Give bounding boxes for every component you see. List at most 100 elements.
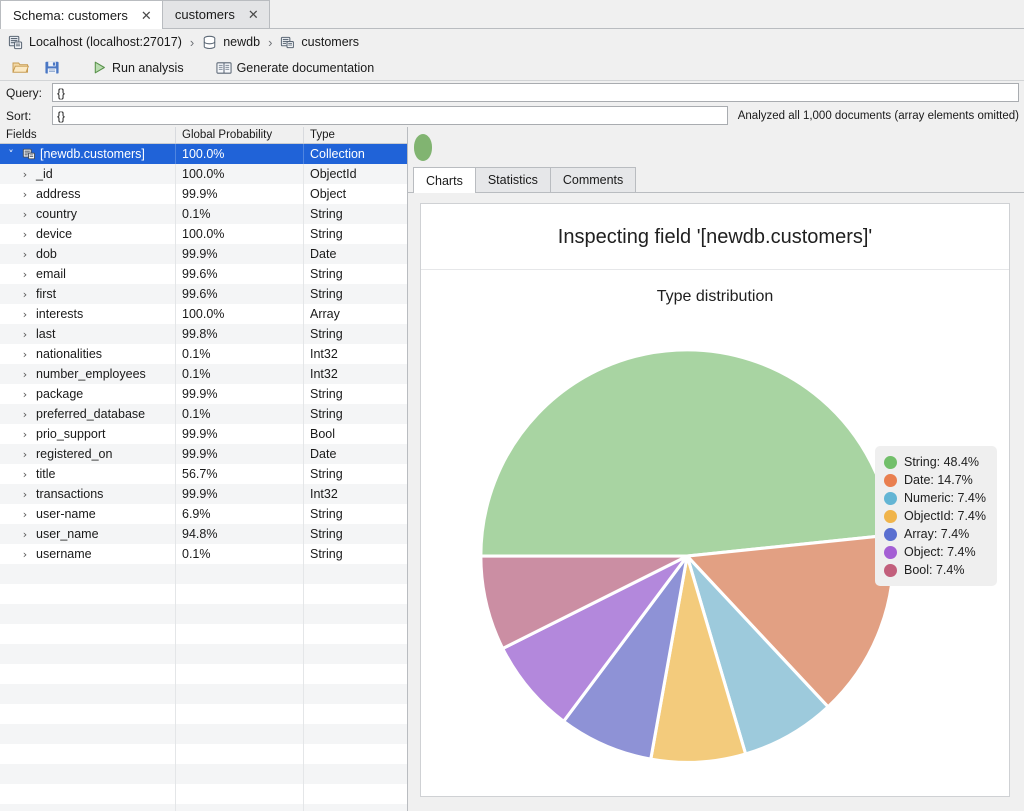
chevron-right-icon[interactable]: › [18,208,32,221]
field-name-cell: › prio_support [0,424,176,444]
breadcrumb: Localhost (localhost:27017) › newdb › cu… [0,29,1024,55]
table-row-empty [0,804,407,811]
legend-label: Date: 14.7% [904,473,973,487]
table-row-empty [0,584,407,604]
table-row[interactable]: › address 99.9% Object [0,184,407,204]
tab-statistics[interactable]: Statistics [474,167,551,192]
chevron-right-icon[interactable]: › [18,508,32,521]
table-row[interactable]: › interests 100.0% Array [0,304,407,324]
field-name-label: nationalities [36,347,103,361]
legend-item[interactable]: String: 48.4% [884,455,986,469]
column-header-fields[interactable]: Fields [0,127,176,143]
chevron-right-icon[interactable]: › [18,548,32,561]
field-name-cell: › country [0,204,176,224]
legend-item[interactable]: Array: 7.4% [884,527,986,541]
field-type-cell: String [310,407,343,421]
chevron-right-icon[interactable]: › [18,188,32,201]
field-probability-cell: 99.9% [176,484,304,504]
empty-cell [304,764,407,784]
breadcrumb-collection[interactable]: customers [280,35,359,50]
empty-cell [176,604,304,624]
table-row[interactable]: ˅ [newdb.customers] 100.0% Collection [0,144,407,164]
table-row-empty [0,704,407,724]
close-icon[interactable]: ✕ [247,8,260,21]
drag-handle-icon[interactable] [414,134,432,161]
field-name-label: package [36,387,84,401]
legend-item[interactable]: Numeric: 7.4% [884,491,986,505]
table-row[interactable]: › nationalities 0.1% Int32 [0,344,407,364]
tab-charts[interactable]: Charts [413,167,476,193]
chevron-right-icon[interactable]: › [18,408,32,421]
table-row[interactable]: › registered_on 99.9% Date [0,444,407,464]
table-row[interactable]: › user_name 94.8% String [0,524,407,544]
sort-input[interactable]: {} [52,106,728,125]
chevron-right-icon[interactable]: › [18,168,32,181]
legend-item[interactable]: Date: 14.7% [884,473,986,487]
chevron-right-icon[interactable]: › [18,268,32,281]
run-analysis-button[interactable]: Run analysis [88,59,188,76]
table-row[interactable]: › last 99.8% String [0,324,407,344]
table-row[interactable]: › dob 99.9% Date [0,244,407,264]
chevron-right-icon[interactable]: › [18,468,32,481]
column-header-global-probability[interactable]: Global Probability [176,127,304,143]
legend-item[interactable]: ObjectId: 7.4% [884,509,986,523]
chart-card: Inspecting field '[newdb.customers]' Typ… [420,203,1010,797]
table-row[interactable]: › transactions 99.9% Int32 [0,484,407,504]
save-button[interactable] [40,59,64,76]
chevron-right-icon[interactable]: › [18,368,32,381]
tab-comments[interactable]: Comments [549,167,637,192]
legend-item[interactable]: Object: 7.4% [884,545,986,559]
field-name-label: _id [36,167,53,181]
breadcrumb-database[interactable]: newdb [202,35,260,50]
table-row[interactable]: › first 99.6% String [0,284,407,304]
pie-slice-string[interactable] [479,348,895,558]
tab-label: Comments [562,173,624,187]
table-row[interactable]: › number_employees 0.1% Int32 [0,364,407,384]
empty-cell [0,584,176,604]
chevron-right-icon[interactable]: › [18,328,32,341]
chevron-right-icon[interactable]: › [18,228,32,241]
column-header-type[interactable]: Type [304,127,407,143]
table-row[interactable]: › preferred_database 0.1% String [0,404,407,424]
window-tab-schema-customers[interactable]: Schema: customers ✕ [0,0,163,29]
table-row-empty [0,604,407,624]
table-row[interactable]: › title 56.7% String [0,464,407,484]
book-icon [216,61,232,75]
table-row[interactable]: › email 99.6% String [0,264,407,284]
breadcrumb-server[interactable]: Localhost (localhost:27017) [8,35,182,50]
close-icon[interactable]: ✕ [140,9,153,22]
query-input[interactable]: {} [52,83,1019,102]
legend-color-dot [884,509,897,523]
chevron-right-icon[interactable]: › [18,288,32,301]
field-type-cell: ObjectId [310,167,357,181]
query-row: Query: {} [0,81,1024,104]
field-name-label: preferred_database [36,407,146,421]
empty-cell [176,644,304,664]
empty-cell [304,804,407,811]
chevron-right-icon[interactable]: › [18,448,32,461]
legend-item[interactable]: Bool: 7.4% [884,563,986,577]
open-button[interactable] [8,59,33,76]
chevron-right-icon[interactable]: › [18,248,32,261]
table-row[interactable]: › prio_support 99.9% Bool [0,424,407,444]
sort-label: Sort: [6,108,32,123]
fields-table-body[interactable]: ˅ [newdb.customers] 100.0% Collection › _id 10… [0,144,407,811]
window-tab-customers[interactable]: customers ✕ [161,0,270,28]
table-row[interactable]: › _id 100.0% ObjectId [0,164,407,184]
table-row[interactable]: › package 99.9% String [0,384,407,404]
table-row[interactable]: › user-name 6.9% String [0,504,407,524]
table-row[interactable]: › country 0.1% String [0,204,407,224]
table-row[interactable]: › username 0.1% String [0,544,407,564]
legend-color-dot [884,455,897,469]
chevron-right-icon[interactable]: › [18,388,32,401]
table-row[interactable]: › device 100.0% String [0,224,407,244]
generate-documentation-button[interactable]: Generate documentation [212,60,379,76]
chevron-right-icon[interactable]: › [18,308,32,321]
field-name-cell: › number_employees [0,364,176,384]
field-name-label: country [36,207,77,221]
chevron-down-icon[interactable]: ˅ [4,148,18,161]
chevron-right-icon[interactable]: › [18,488,32,501]
chevron-right-icon[interactable]: › [18,528,32,541]
chevron-right-icon[interactable]: › [18,428,32,441]
chevron-right-icon[interactable]: › [18,348,32,361]
